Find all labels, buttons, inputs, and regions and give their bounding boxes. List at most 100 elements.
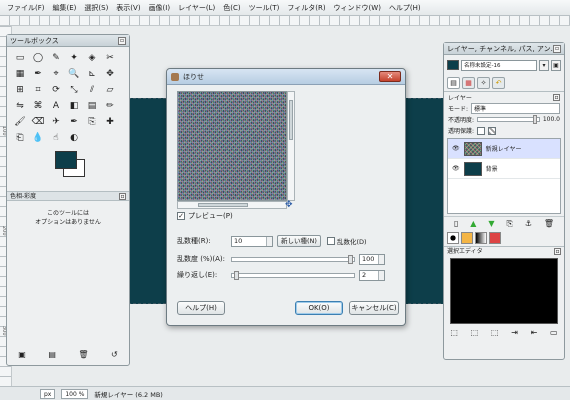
percent-input[interactable]: 100 xyxy=(359,253,385,265)
randomize-checkbox[interactable] xyxy=(326,237,335,245)
delete-icon[interactable]: 🗑 xyxy=(78,350,88,359)
align-icon[interactable]: ⊞ xyxy=(13,83,27,97)
close-icon[interactable]: ▫ xyxy=(553,45,561,53)
new-layer-icon[interactable]: ▯ xyxy=(454,219,458,228)
ok-button[interactable]: OK(O) xyxy=(295,301,343,315)
move-icon[interactable]: ✥ xyxy=(103,67,117,81)
pattern-tab-icon[interactable] xyxy=(461,232,473,244)
tab-layers[interactable]: ▤ xyxy=(447,77,460,89)
gradient-tab-icon[interactable] xyxy=(475,232,487,244)
scrollbar-thumb[interactable] xyxy=(289,100,293,140)
reset-icon[interactable]: ↺ xyxy=(111,350,118,359)
menu-item[interactable]: 編集(E) xyxy=(50,2,80,14)
menu-item[interactable]: ヘルプ(H) xyxy=(386,2,424,14)
cancel-button[interactable]: キャンセル(C) xyxy=(349,301,399,315)
tab-paths[interactable]: ✧ xyxy=(477,77,490,89)
close-icon[interactable]: ▫ xyxy=(119,193,126,200)
raise-layer-icon[interactable]: ▲ xyxy=(470,219,476,228)
shear-icon[interactable]: ⫽ xyxy=(85,83,99,97)
unit-select[interactable]: px xyxy=(40,388,56,399)
slider-knob[interactable] xyxy=(532,115,537,124)
preview-toggle[interactable]: ✓ プレビュー(P) xyxy=(177,211,233,221)
airbrush-icon[interactable]: ✈ xyxy=(49,115,63,129)
opacity-slider[interactable] xyxy=(477,115,540,124)
rect-select-icon[interactable]: ▭ xyxy=(13,51,27,65)
blend-icon[interactable]: ▤ xyxy=(85,99,99,113)
menu-item[interactable]: 色(C) xyxy=(220,2,243,14)
layer-name[interactable]: 背景 xyxy=(486,164,498,173)
menu-item[interactable]: 表示(V) xyxy=(113,2,143,14)
close-button[interactable]: ✕ xyxy=(379,71,401,82)
eye-icon[interactable]: 👁 xyxy=(452,165,460,172)
flip-icon[interactable]: ⇋ xyxy=(13,99,27,113)
menu-item[interactable]: レイヤー(L) xyxy=(175,2,218,14)
color-picker-icon[interactable]: ⌖ xyxy=(49,67,63,81)
perspective-clone-icon[interactable]: ⎗ xyxy=(13,131,27,145)
color-select-icon[interactable]: ◈ xyxy=(85,51,99,65)
tab-channels[interactable]: ▦ xyxy=(462,77,475,89)
bucket-fill-icon[interactable]: ◧ xyxy=(67,99,81,113)
cage-icon[interactable]: ⌘ xyxy=(31,99,45,113)
select-none-icon[interactable]: ⬚ xyxy=(471,328,479,337)
chevron-down-icon[interactable]: ▾ xyxy=(539,59,549,71)
lower-layer-icon[interactable]: ▼ xyxy=(488,219,494,228)
horizontal-scrollbar[interactable] xyxy=(177,201,287,209)
smudge-icon[interactable]: ☝ xyxy=(49,131,63,145)
menu-item[interactable]: ファイル(F) xyxy=(4,2,48,14)
menu-item[interactable]: ツール(T) xyxy=(246,2,283,14)
save-options-icon[interactable]: ▣ xyxy=(18,350,26,359)
new-seed-button[interactable]: 新しい種(N) xyxy=(277,235,321,247)
seed-input[interactable]: 10 xyxy=(231,235,273,247)
tab-undo[interactable]: ↶ xyxy=(492,77,505,89)
mode-select[interactable]: 標準 xyxy=(471,103,560,114)
lock-alpha-checkbox[interactable] xyxy=(477,126,486,135)
fuzzy-select-icon[interactable]: ✦ xyxy=(67,51,81,65)
stroke-selection-icon[interactable]: ▭ xyxy=(550,328,558,337)
menu-item[interactable]: フィルタ(R) xyxy=(284,2,328,14)
menu-item[interactable]: 選択(S) xyxy=(81,2,111,14)
measure-icon[interactable]: ⊾ xyxy=(85,67,99,81)
paintbrush-icon[interactable]: 🖌 xyxy=(13,115,27,129)
palette-tab-icon[interactable] xyxy=(489,232,501,244)
layer-row[interactable]: 👁 背景 xyxy=(448,159,560,179)
slider-knob[interactable] xyxy=(348,254,353,264)
scale-icon[interactable]: ⤡ xyxy=(67,83,81,97)
navigate-icon[interactable]: ✥ xyxy=(285,200,293,210)
restore-options-icon[interactable]: ▤ xyxy=(48,350,56,359)
close-icon[interactable]: ▫ xyxy=(554,248,561,255)
image-name-select[interactable]: 名称未設定-16 xyxy=(461,59,537,71)
brush-tab-icon[interactable] xyxy=(447,232,459,244)
layer-name[interactable]: 新規レイヤー xyxy=(486,144,522,153)
rotate-icon[interactable]: ⟳ xyxy=(49,83,63,97)
foreground-select-icon[interactable]: ▦ xyxy=(13,67,27,81)
menu-item[interactable]: 画像(I) xyxy=(146,2,174,14)
duplicate-layer-icon[interactable]: ⎘ xyxy=(506,219,512,228)
auto-button[interactable]: ▣ xyxy=(551,59,561,71)
zoom-select[interactable]: 100 % xyxy=(61,388,89,399)
menu-item[interactable]: ウィンドウ(W) xyxy=(331,2,384,14)
lock-pixels-checkbox[interactable] xyxy=(488,126,497,135)
preview-image[interactable] xyxy=(177,91,287,201)
dodge-icon[interactable]: ◐ xyxy=(67,131,81,145)
lasso-icon[interactable]: ✎ xyxy=(49,51,63,65)
ink-icon[interactable]: ✒ xyxy=(67,115,81,129)
crop-icon[interactable]: ⌗ xyxy=(31,83,45,97)
text-icon[interactable]: A xyxy=(49,99,63,113)
opacity-value[interactable]: 100.0 xyxy=(543,116,560,123)
repeat-slider[interactable] xyxy=(231,270,355,280)
pencil-icon[interactable]: ✏ xyxy=(103,99,117,113)
layer-row[interactable]: 👁 新規レイヤー xyxy=(448,139,560,159)
zoom-icon[interactable]: 🔍 xyxy=(67,67,81,81)
anchor-layer-icon[interactable]: ⚓ xyxy=(525,219,532,228)
heal-icon[interactable]: ✚ xyxy=(103,115,117,129)
foreground-color-swatch[interactable] xyxy=(55,151,77,169)
close-icon[interactable]: ▫ xyxy=(553,94,560,101)
preview-checkbox[interactable]: ✓ xyxy=(177,212,185,220)
randomize-toggle[interactable]: 乱数化(D) xyxy=(326,236,367,246)
eye-icon[interactable]: 👁 xyxy=(452,145,460,152)
close-icon[interactable]: ▫ xyxy=(118,37,126,45)
blur-icon[interactable]: 💧 xyxy=(31,131,45,145)
to-path-icon[interactable]: ⇤ xyxy=(531,328,538,337)
dialog-title-bar[interactable]: ほりせ ✕ xyxy=(167,69,405,85)
delete-layer-icon[interactable]: 🗑 xyxy=(544,219,554,228)
